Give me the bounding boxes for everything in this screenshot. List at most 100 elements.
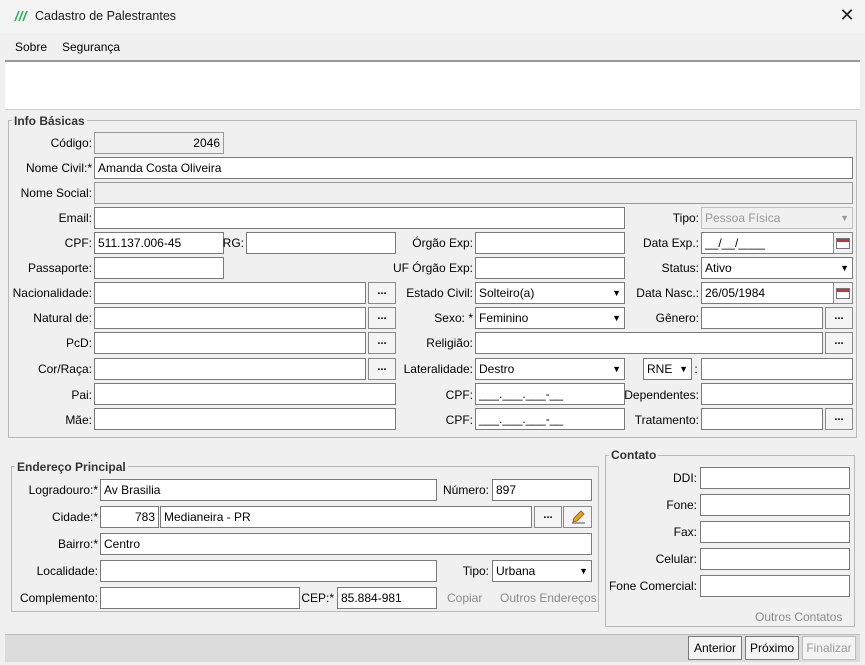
chevron-down-icon: ▼ xyxy=(612,288,621,298)
cep-label: CEP:* xyxy=(301,591,334,605)
religiao-label: Religião: xyxy=(426,336,473,350)
email-input[interactable] xyxy=(94,207,625,229)
proximo-button[interactable]: Próximo xyxy=(745,636,799,660)
close-icon[interactable]: ✕ xyxy=(836,4,858,26)
bairro-input[interactable]: Centro xyxy=(100,533,592,555)
nacionalidade-label: Nacionalidade: xyxy=(12,286,92,300)
cidade-lookup-button[interactable]: ... xyxy=(534,506,562,528)
dependentes-input[interactable] xyxy=(701,383,853,405)
endereco-legend: Endereço Principal xyxy=(15,460,128,474)
complemento-input[interactable] xyxy=(100,587,300,609)
status-select[interactable]: Ativo ▼ xyxy=(701,257,853,279)
pcd-lookup-button[interactable]: ... xyxy=(368,332,396,354)
sexo-label: Sexo: * xyxy=(434,311,473,325)
lateralidade-label: Lateralidade: xyxy=(403,362,473,376)
religiao-lookup-button[interactable]: ... xyxy=(825,332,853,354)
estado-civil-select[interactable]: Solteiro(a) ▼ xyxy=(475,282,625,304)
status-value: Ativo xyxy=(705,261,732,275)
menu-seguranca[interactable]: Segurança xyxy=(62,40,120,54)
data-nasc-label: Data Nasc.: xyxy=(636,286,699,300)
natural-de-label: Natural de: xyxy=(33,311,92,325)
ddi-input[interactable] xyxy=(700,467,850,489)
dependentes-label: Dependentes: xyxy=(624,388,699,402)
uf-orgao-exp-input[interactable] xyxy=(475,257,625,279)
cpf-pai-input[interactable]: ___.___.___-__ xyxy=(475,383,625,405)
nome-social-input[interactable] xyxy=(94,182,853,204)
fone-comercial-input[interactable] xyxy=(700,575,850,597)
fone-input[interactable] xyxy=(700,494,850,516)
tipo-pessoa-select: Pessoa Física ▼ xyxy=(701,207,853,229)
lateralidade-value: Destro xyxy=(479,362,515,376)
tipo-endereco-label: Tipo: xyxy=(462,564,489,578)
copiar-button[interactable]: Copiar xyxy=(447,591,482,605)
tratamento-lookup-button[interactable]: ... xyxy=(825,408,853,430)
pai-input[interactable] xyxy=(94,383,396,405)
rne-input[interactable] xyxy=(701,358,853,380)
cep-input[interactable]: 85.884-981 xyxy=(337,587,437,609)
fone-comercial-label: Fone Comercial: xyxy=(608,579,697,593)
orgao-exp-input[interactable] xyxy=(475,232,625,254)
finalizar-button[interactable]: Finalizar xyxy=(802,636,856,660)
religiao-input[interactable] xyxy=(475,332,823,354)
info-basicas-legend: Info Básicas xyxy=(12,114,87,128)
nome-civil-label: Nome Civil:* xyxy=(25,161,92,175)
fax-input[interactable] xyxy=(700,521,850,543)
ddi-label: DDI: xyxy=(673,471,697,485)
numero-input[interactable]: 897 xyxy=(492,479,592,501)
pcd-input[interactable] xyxy=(94,332,366,354)
logradouro-label: Logradouro:* xyxy=(28,483,98,497)
orgao-exp-label: Órgão Exp: xyxy=(412,236,473,250)
sexo-select[interactable]: Feminino ▼ xyxy=(475,307,625,329)
lateralidade-select[interactable]: Destro ▼ xyxy=(475,358,625,380)
cor-raca-input[interactable] xyxy=(94,358,366,380)
localidade-label: Localidade: xyxy=(36,564,98,578)
menu-sobre[interactable]: Sobre xyxy=(15,40,47,54)
nacionalidade-lookup-button[interactable]: ... xyxy=(368,282,396,304)
cpf-label: CPF: xyxy=(64,236,92,250)
window-title: Cadastro de Palestrantes xyxy=(35,9,177,23)
cidade-code-input[interactable]: 783 xyxy=(100,506,159,528)
calendar-icon[interactable] xyxy=(833,232,853,254)
genero-input[interactable] xyxy=(701,307,823,329)
tipo-pessoa-value: Pessoa Física xyxy=(705,211,781,225)
data-exp-input[interactable]: __/__/____ xyxy=(701,232,834,254)
tipo-endereco-select[interactable]: Urbana ▼ xyxy=(492,560,592,582)
natural-de-input[interactable] xyxy=(94,307,366,329)
cpf-mae-label: CPF: xyxy=(445,413,473,427)
nome-social-label: Nome Social: xyxy=(20,186,92,200)
rg-input[interactable] xyxy=(246,232,396,254)
codigo-label: Código: xyxy=(50,136,92,150)
chevron-down-icon: ▼ xyxy=(579,566,588,576)
cor-raca-lookup-button[interactable]: ... xyxy=(368,358,396,380)
mae-input[interactable] xyxy=(94,408,396,430)
uf-orgao-exp-label: UF Órgão Exp: xyxy=(392,261,473,275)
contato-legend: Contato xyxy=(609,448,659,462)
anterior-button[interactable]: Anterior xyxy=(688,636,742,660)
chevron-down-icon: ▼ xyxy=(840,213,849,223)
calendar-icon[interactable] xyxy=(833,282,853,304)
natural-de-lookup-button[interactable]: ... xyxy=(368,307,396,329)
cpf-mae-input[interactable]: ___.___.___-__ xyxy=(475,408,625,430)
passaporte-input[interactable] xyxy=(94,257,224,279)
localidade-input[interactable] xyxy=(100,560,437,582)
codigo-field: 2046 xyxy=(94,132,224,154)
cidade-name-input[interactable]: Medianeira - PR xyxy=(160,506,532,528)
genero-lookup-button[interactable]: ... xyxy=(825,307,853,329)
outros-contatos-button[interactable]: Outros Contatos xyxy=(755,610,842,624)
outros-enderecos-button[interactable]: Outros Endereços xyxy=(500,591,597,605)
pencil-icon[interactable] xyxy=(563,506,592,528)
nome-civil-input[interactable]: Amanda Costa Oliveira xyxy=(94,157,853,179)
logradouro-input[interactable]: Av Brasilia xyxy=(100,479,437,501)
documento-tipo-select[interactable]: RNE ▼ xyxy=(643,358,692,380)
bairro-label: Bairro:* xyxy=(57,537,98,551)
complemento-label: Complemento: xyxy=(19,591,98,605)
pai-label: Pai: xyxy=(71,388,92,402)
chevron-down-icon: ▼ xyxy=(612,313,621,323)
tratamento-input[interactable] xyxy=(701,408,823,430)
cpf-input[interactable]: 511.137.006-45 xyxy=(94,232,224,254)
pcd-label: PcD: xyxy=(65,336,92,350)
celular-input[interactable] xyxy=(700,548,850,570)
genero-label: Gênero: xyxy=(655,311,699,325)
nacionalidade-input[interactable] xyxy=(94,282,366,304)
data-nasc-input[interactable]: 26/05/1984 xyxy=(701,282,834,304)
